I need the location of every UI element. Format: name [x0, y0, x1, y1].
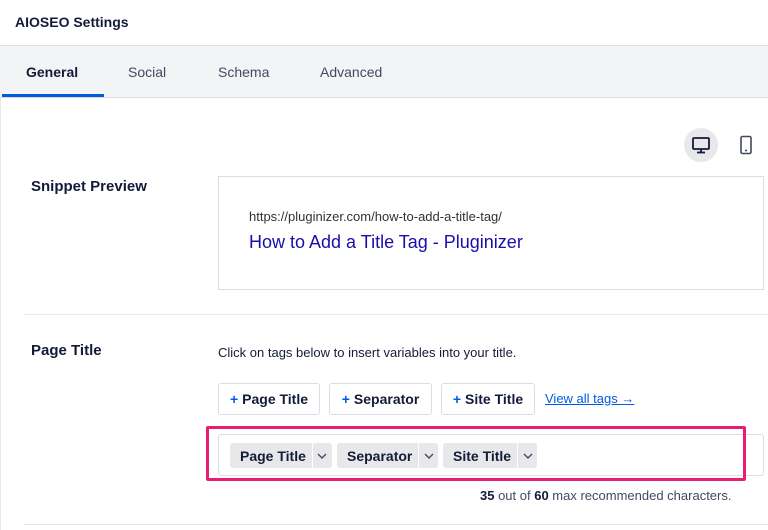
tag-button-label: Page Title: [242, 391, 309, 407]
page-title-help-text: Click on tags below to insert variables …: [218, 345, 517, 360]
settings-tabs: General Social Schema Advanced: [0, 46, 768, 98]
bottom-divider: [24, 524, 768, 525]
plus-icon: +: [452, 391, 462, 407]
snippet-url: https://pluginizer.com/how-to-add-a-titl…: [249, 209, 502, 224]
page-title-label: Page Title: [31, 342, 102, 359]
chip-label: Page Title: [240, 447, 306, 464]
char-count-max: 60: [534, 488, 549, 503]
snippet-title: How to Add a Title Tag - Pluginizer: [249, 232, 523, 252]
page-title-input[interactable]: Page Title Separator Site Title: [218, 434, 764, 476]
add-site-title-tag-button[interactable]: + Site Title: [441, 383, 535, 415]
char-count-suffix: max recommended characters.: [548, 488, 732, 503]
tab-schema[interactable]: Schema: [218, 46, 269, 98]
tab-advanced[interactable]: Advanced: [320, 46, 382, 98]
chevron-down-icon[interactable]: [418, 443, 438, 468]
tab-social[interactable]: Social: [128, 46, 166, 98]
chevron-down-icon[interactable]: [517, 443, 537, 468]
site-title-chip[interactable]: Site Title: [443, 443, 538, 468]
snippet-preview-box: https://pluginizer.com/how-to-add-a-titl…: [218, 176, 764, 290]
view-all-tags-link[interactable]: View all tags →: [545, 391, 634, 406]
section-divider: [24, 314, 768, 315]
chevron-down-icon[interactable]: [311, 443, 332, 468]
mobile-icon: [740, 135, 752, 155]
character-count: 35 out of 60 max recommended characters.: [480, 488, 731, 503]
top-bar: AIOSEO Settings: [0, 0, 768, 46]
desktop-preview-button[interactable]: [684, 128, 718, 162]
active-tab-indicator: [2, 94, 104, 97]
tab-general[interactable]: General: [26, 46, 78, 98]
page-title-chip[interactable]: Page Title: [230, 443, 332, 468]
chip-label: Site Title: [453, 447, 512, 464]
snippet-preview-label: Snippet Preview: [31, 178, 147, 195]
desktop-icon: [692, 137, 710, 154]
plus-icon: +: [229, 391, 239, 407]
add-separator-tag-button[interactable]: + Separator: [329, 383, 432, 415]
app-title: AIOSEO Settings: [15, 14, 129, 30]
tag-button-label: Site Title: [465, 391, 524, 407]
chip-label: Separator: [347, 447, 413, 464]
add-page-title-tag-button[interactable]: + Page Title: [218, 383, 320, 415]
separator-chip[interactable]: Separator: [337, 443, 439, 468]
char-count-middle: out of: [494, 488, 535, 503]
char-count-current: 35: [480, 488, 495, 503]
panel-left-border: [0, 98, 1, 530]
mobile-preview-button[interactable]: [729, 128, 763, 162]
tag-button-label: Separator: [353, 391, 420, 407]
plus-icon: +: [341, 391, 350, 407]
